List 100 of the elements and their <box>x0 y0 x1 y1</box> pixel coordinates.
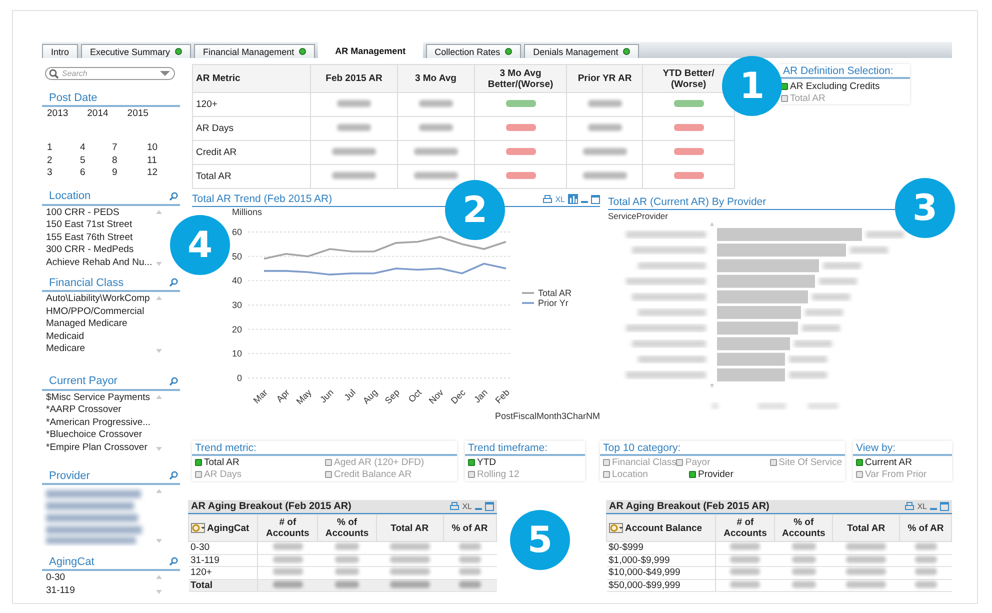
column-header[interactable]: # of Accounts <box>716 514 775 542</box>
axis-tick-label: 20 <box>232 324 242 334</box>
row-label: $0-$999 <box>606 542 716 554</box>
list-item[interactable]: 10 <box>147 142 177 154</box>
maximize-icon[interactable] <box>940 502 949 511</box>
table-cell: Credit AR <box>192 140 311 164</box>
search-field[interactable]: Search <box>45 67 175 80</box>
search-icon[interactable] <box>169 557 178 566</box>
list-item[interactable]: 2 <box>47 154 80 167</box>
list-item[interactable]: *Bluechoice Crossover <box>46 429 156 442</box>
list-title: Location <box>49 190 91 202</box>
blurred-value <box>802 324 840 332</box>
column-header[interactable]: % of AR <box>900 514 952 542</box>
list-item[interactable]: Managed Medicare <box>46 318 156 330</box>
list-item[interactable]: 7 <box>112 142 147 154</box>
blurred-value <box>272 556 303 563</box>
list-item[interactable]: 1 <box>47 142 80 154</box>
search-icon[interactable] <box>169 376 178 386</box>
list-item[interactable]: *American Progressive... <box>46 416 156 429</box>
column-header[interactable]: # of Accounts <box>258 514 318 542</box>
list-item[interactable]: 6 <box>80 167 112 180</box>
cycle-group-icon[interactable] <box>609 522 623 532</box>
list-item[interactable]: Medicaid <box>46 330 156 343</box>
print-icon[interactable] <box>905 502 914 511</box>
print-icon[interactable] <box>543 194 552 204</box>
tab[interactable]: Intro <box>42 44 78 58</box>
list-item[interactable]: Auto\Liability\WorkComp <box>46 293 156 306</box>
legend-item: Total AR <box>522 288 572 298</box>
blurred-value <box>866 231 904 238</box>
list-item[interactable]: 11 <box>147 154 177 167</box>
export-button[interactable]: XL <box>462 502 472 511</box>
list-item[interactable]: 300 CRR - MedPeds <box>46 244 156 256</box>
radio-option[interactable]: Current AR <box>856 456 949 468</box>
tab[interactable]: Financial Management <box>194 44 316 58</box>
export-button[interactable]: XL <box>555 194 565 204</box>
list-item[interactable]: 9 <box>112 167 147 180</box>
blurred-value <box>730 568 760 576</box>
list-item[interactable]: *AARP Crossover <box>46 404 156 416</box>
panel-title: Total AR (Current AR) By Provider <box>608 196 766 208</box>
axis-tick-label: Nov <box>427 387 446 406</box>
tab[interactable]: AR Management <box>318 42 423 58</box>
list-item[interactable]: 2014 <box>87 108 108 119</box>
maximize-icon[interactable] <box>485 502 494 511</box>
list-item[interactable]: 8 <box>112 154 147 167</box>
blurred-value <box>458 580 481 588</box>
dropdown-caret-icon[interactable] <box>160 71 170 76</box>
panel-title: AR Aging Breakout (Feb 2015 AR) <box>191 501 352 512</box>
axis-tick-label: Jun <box>318 387 336 405</box>
axis-tick-label: 50 <box>232 251 242 262</box>
list-item[interactable]: 31-119 <box>46 584 156 597</box>
list-item[interactable]: 5 <box>80 154 112 167</box>
column-header: 3 Mo Avg Better/(Worse) <box>474 64 567 92</box>
tab[interactable]: Collection Rates <box>426 44 522 58</box>
list-item[interactable]: 100 CRR - PEDS <box>46 206 156 219</box>
export-button[interactable]: XL <box>917 502 927 511</box>
blurred-value <box>805 309 843 316</box>
column-header[interactable]: % of Accounts <box>318 514 376 542</box>
column-header[interactable]: % of Accounts <box>774 514 832 542</box>
list-item[interactable]: HMO/PPO/Commercial <box>46 306 156 318</box>
blurred-value <box>418 100 453 107</box>
column-header[interactable]: % of AR <box>443 514 496 542</box>
list-item[interactable]: $Misc Service Payments <box>46 392 156 404</box>
maximize-icon[interactable] <box>591 194 600 204</box>
list-item[interactable]: 155 East 76th Street <box>46 232 156 244</box>
list-item[interactable]: Achieve Rehab And Nu... <box>46 256 156 269</box>
print-icon[interactable] <box>450 502 460 511</box>
search-icon[interactable] <box>169 471 178 480</box>
radio-option[interactable]: YTD <box>468 456 578 468</box>
search-icon[interactable] <box>169 278 178 287</box>
blurred-value <box>914 543 937 550</box>
total-label: Total <box>188 579 258 592</box>
blurred-value <box>332 172 376 179</box>
blurred-value <box>458 543 481 550</box>
cycle-group-icon[interactable] <box>191 522 205 532</box>
list-item[interactable]: *Empire Plan Crossover <box>46 442 156 454</box>
row-label: 31-119 <box>188 554 258 566</box>
axis-tick-label: Mar <box>251 387 270 406</box>
panel-title: AR Aging Breakout (Feb 2015 AR) <box>609 501 770 512</box>
blurred-value <box>914 568 937 576</box>
column-header[interactable]: Total AR <box>832 514 900 542</box>
list-item[interactable]: 2015 <box>127 108 148 119</box>
bar <box>717 352 785 366</box>
tab[interactable]: Executive Summary <box>81 44 192 58</box>
list-item[interactable]: 150 East 71st Street <box>46 219 156 232</box>
list-item[interactable]: Medicare <box>46 343 156 356</box>
radio-option[interactable]: Provider <box>689 468 799 480</box>
blurred-value <box>336 124 371 131</box>
panel-title: View by: <box>853 441 952 456</box>
tab[interactable]: Denials Management <box>524 44 640 58</box>
list-item[interactable]: 0-30 <box>46 572 156 584</box>
chart-type-icon[interactable] <box>568 194 578 204</box>
search-icon[interactable] <box>169 192 178 200</box>
list-item[interactable]: 4 <box>80 142 112 154</box>
list-item[interactable]: 12 <box>147 167 177 180</box>
list-item[interactable]: 2013 <box>47 108 68 119</box>
blurred-label <box>638 309 706 316</box>
radio-option[interactable]: Total AR <box>195 456 325 468</box>
list-item[interactable]: 3 <box>47 167 80 180</box>
blurred-value <box>272 568 303 576</box>
column-header[interactable]: Total AR <box>376 514 443 542</box>
